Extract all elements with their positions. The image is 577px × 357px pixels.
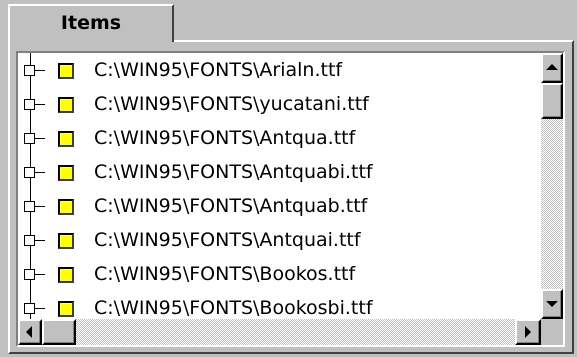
tree-item[interactable]: C:\WIN95\FONTS\Antquab.ttf xyxy=(18,189,541,225)
arrow-down-icon xyxy=(546,301,558,307)
expander-icon[interactable] xyxy=(24,133,35,144)
scroll-down-button[interactable] xyxy=(541,289,563,319)
vertical-scrollbar[interactable] xyxy=(541,53,563,319)
arrow-right-icon xyxy=(525,326,531,338)
scroll-left-button[interactable] xyxy=(18,319,42,345)
tree-item-label: C:\WIN95\FONTS\Antquabi.ttf xyxy=(94,161,373,183)
scrollbar-corner xyxy=(541,319,563,345)
tree-branch-line xyxy=(35,274,45,275)
yellow-square-icon xyxy=(58,131,74,147)
horizontal-scroll-thumb[interactable] xyxy=(42,319,76,345)
tab-label: Items xyxy=(60,12,122,34)
yellow-square-icon xyxy=(58,97,74,113)
tree-branch-line xyxy=(35,172,45,173)
tree-item-label: C:\WIN95\FONTS\Antquai.ttf xyxy=(94,229,361,251)
scroll-right-button[interactable] xyxy=(515,319,541,345)
expander-icon[interactable] xyxy=(24,201,35,212)
tree-item-label: C:\WIN95\FONTS\Arialn.ttf xyxy=(94,59,343,81)
tree-item-label: C:\WIN95\FONTS\Bookos.ttf xyxy=(94,263,356,285)
tree-branch-line xyxy=(35,240,45,241)
yellow-square-icon xyxy=(58,233,74,249)
yellow-square-icon xyxy=(58,165,74,181)
expander-icon[interactable] xyxy=(24,99,35,110)
expander-icon[interactable] xyxy=(24,235,35,246)
tree-viewport: C:\WIN95\FONTS\Arialn.ttf C:\WIN95\FONTS… xyxy=(18,53,541,319)
tree-item[interactable]: C:\WIN95\FONTS\Arialn.ttf xyxy=(18,53,541,89)
yellow-square-icon xyxy=(58,301,74,317)
tree-item[interactable]: C:\WIN95\FONTS\Bookosbi.ttf xyxy=(18,291,541,319)
yellow-square-icon xyxy=(58,267,74,283)
expander-icon[interactable] xyxy=(24,303,35,314)
tree-item-label: C:\WIN95\FONTS\yucatani.ttf xyxy=(94,93,369,115)
yellow-square-icon xyxy=(58,199,74,215)
tree-item[interactable]: C:\WIN95\FONTS\yucatani.ttf xyxy=(18,87,541,123)
file-tree-list[interactable]: C:\WIN95\FONTS\Arialn.ttf C:\WIN95\FONTS… xyxy=(16,51,565,347)
tree-item[interactable]: C:\WIN95\FONTS\Antqua.ttf xyxy=(18,121,541,157)
expander-icon[interactable] xyxy=(24,269,35,280)
expander-icon[interactable] xyxy=(24,65,35,76)
tree-branch-line xyxy=(35,308,45,309)
tab-items[interactable]: Items xyxy=(8,4,174,42)
arrow-left-icon xyxy=(26,326,32,338)
vertical-scroll-thumb[interactable] xyxy=(541,83,563,119)
tree-branch-line xyxy=(35,104,45,105)
tree-branch-line xyxy=(35,138,45,139)
tree-item-label: C:\WIN95\FONTS\Antqua.ttf xyxy=(94,127,356,149)
tree-item[interactable]: C:\WIN95\FONTS\Bookos.ttf xyxy=(18,257,541,293)
arrow-up-icon xyxy=(546,64,558,70)
scroll-up-button[interactable] xyxy=(541,53,563,83)
tree-branch-line xyxy=(35,70,45,71)
tree-item-label: C:\WIN95\FONTS\Antquab.ttf xyxy=(94,195,368,217)
tree-item[interactable]: C:\WIN95\FONTS\Antquai.ttf xyxy=(18,223,541,259)
horizontal-scrollbar[interactable] xyxy=(18,319,541,345)
tree-item[interactable]: C:\WIN95\FONTS\Antquabi.ttf xyxy=(18,155,541,191)
tree-branch-line xyxy=(35,206,45,207)
expander-icon[interactable] xyxy=(24,167,35,178)
yellow-square-icon xyxy=(58,63,74,79)
tree-item-label: C:\WIN95\FONTS\Bookosbi.ttf xyxy=(94,297,373,319)
